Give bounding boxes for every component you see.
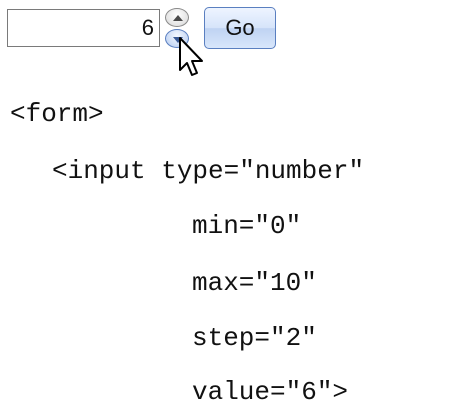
code-line: value="6">	[192, 377, 349, 407]
code-line: min="0"	[192, 211, 302, 241]
triangle-up-icon	[173, 15, 183, 21]
number-input[interactable]	[7, 9, 160, 47]
code-line: <form>	[10, 99, 104, 129]
arrow-pointer-icon	[179, 37, 203, 76]
go-button[interactable]: Go	[204, 7, 276, 49]
code-line: max="10"	[192, 268, 317, 298]
spin-up-button[interactable]	[165, 8, 189, 27]
code-line: <input type="number"	[52, 156, 365, 186]
code-line: step="2"	[192, 323, 317, 353]
